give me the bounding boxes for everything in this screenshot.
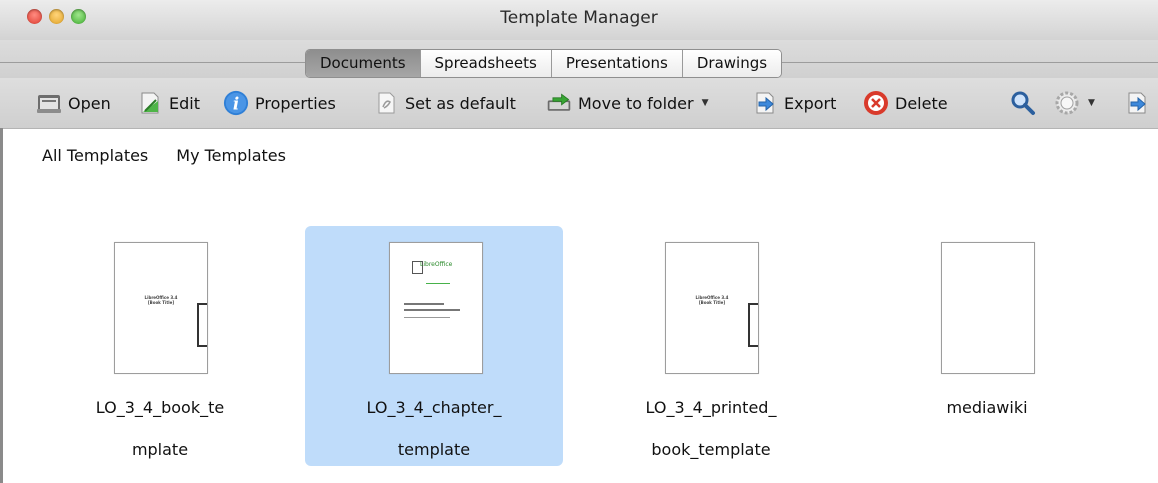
thumbnail-bracket bbox=[197, 303, 207, 347]
delete-icon bbox=[863, 91, 889, 115]
delete-button[interactable]: Delete bbox=[863, 90, 948, 116]
open-label: Open bbox=[68, 93, 111, 113]
template-item-mediawiki[interactable]: mediawiki bbox=[858, 226, 1116, 466]
toolbar: Open Edit i Properties Set as default Mo… bbox=[0, 78, 1158, 129]
template-name-line1: LO_3_4_printed_ bbox=[645, 398, 777, 417]
settings-dropdown-icon[interactable]: ▼ bbox=[1088, 98, 1095, 108]
view-my-templates[interactable]: My Templates bbox=[176, 146, 286, 165]
title-bar: Template Manager bbox=[0, 0, 1158, 41]
template-item-printed-book-template[interactable]: LibreOffice 3.4 [Book Title] LO_3_4_print… bbox=[582, 226, 840, 466]
search-button[interactable] bbox=[1010, 90, 1042, 116]
template-thumbnail: LibreOffice 3.4 [Book Title] bbox=[114, 242, 208, 374]
window-left-edge bbox=[0, 128, 3, 483]
move-to-folder-button[interactable]: Move to folder ▼ bbox=[546, 90, 709, 116]
template-name: LO_3_4_chapter_ template bbox=[305, 398, 563, 460]
template-thumbnail bbox=[941, 242, 1035, 374]
template-thumbnail: LibreOffice bbox=[389, 242, 483, 374]
thumbnail-bracket bbox=[748, 303, 758, 347]
thumbnail-text: LibreOffice 3.4 [Book Title] bbox=[695, 295, 729, 305]
import-button[interactable] bbox=[1124, 90, 1156, 116]
export-icon bbox=[752, 91, 778, 115]
template-name-line2: template bbox=[397, 440, 471, 459]
set-default-icon bbox=[373, 91, 399, 115]
tab-spreadsheets[interactable]: Spreadsheets bbox=[419, 50, 551, 77]
gear-icon bbox=[1054, 91, 1080, 115]
tab-drawings[interactable]: Drawings bbox=[681, 50, 782, 77]
template-name: mediawiki bbox=[858, 398, 1116, 418]
template-item-book-template[interactable]: LibreOffice 3.4 [Book Title] LO_3_4_book_… bbox=[31, 226, 289, 466]
set-default-button[interactable]: Set as default bbox=[373, 90, 516, 116]
template-name-line1: mediawiki bbox=[946, 398, 1028, 417]
template-item-chapter-template[interactable]: LibreOffice LO_3_4_chapter_ template bbox=[305, 226, 563, 466]
edit-button[interactable]: Edit bbox=[137, 90, 200, 116]
move-folder-icon bbox=[546, 91, 572, 115]
template-name-line2: book_template bbox=[651, 440, 771, 459]
template-name-line1: LO_3_4_chapter_ bbox=[366, 398, 502, 417]
tab-presentations[interactable]: Presentations bbox=[550, 50, 682, 77]
tab-documents[interactable]: Documents bbox=[306, 50, 420, 77]
export-label: Export bbox=[784, 93, 837, 113]
thumbnail-line bbox=[404, 303, 444, 305]
folder-open-icon bbox=[36, 91, 62, 115]
thumbnail-logo-text: LibreOffice bbox=[420, 261, 453, 268]
edit-document-icon bbox=[137, 91, 163, 115]
delete-label: Delete bbox=[895, 93, 948, 113]
info-icon: i bbox=[223, 90, 249, 116]
view-all-templates[interactable]: All Templates bbox=[42, 146, 148, 165]
category-tabs: Documents Spreadsheets Presentations Dra… bbox=[305, 49, 783, 78]
template-name-line1: LO_3_4_book_te bbox=[95, 398, 225, 417]
thumbnail-text: LibreOffice 3.4 [Book Title] bbox=[144, 295, 178, 305]
chevron-down-icon[interactable]: ▼ bbox=[702, 98, 709, 108]
template-name: LO_3_4_book_te mplate bbox=[31, 398, 289, 460]
search-icon bbox=[1010, 91, 1036, 115]
move-to-folder-label: Move to folder bbox=[578, 93, 694, 113]
edit-label: Edit bbox=[169, 93, 200, 113]
template-views: All Templates My Templates bbox=[42, 146, 286, 165]
export-button[interactable]: Export bbox=[752, 90, 836, 116]
set-default-label: Set as default bbox=[405, 93, 516, 113]
thumbnail-rule bbox=[426, 283, 450, 284]
template-name-line2: mplate bbox=[131, 440, 189, 459]
thumbnail-line bbox=[404, 317, 450, 318]
template-name: LO_3_4_printed_ book_template bbox=[582, 398, 840, 460]
import-icon bbox=[1124, 91, 1150, 115]
properties-label: Properties bbox=[255, 93, 336, 113]
open-button[interactable]: Open bbox=[36, 90, 111, 116]
svg-text:i: i bbox=[233, 94, 239, 114]
settings-button[interactable]: ▼ bbox=[1054, 90, 1095, 116]
thumbnail-line bbox=[404, 309, 460, 311]
template-thumbnail: LibreOffice 3.4 [Book Title] bbox=[665, 242, 759, 374]
window-title: Template Manager bbox=[500, 8, 658, 28]
properties-button[interactable]: i Properties bbox=[223, 90, 336, 116]
